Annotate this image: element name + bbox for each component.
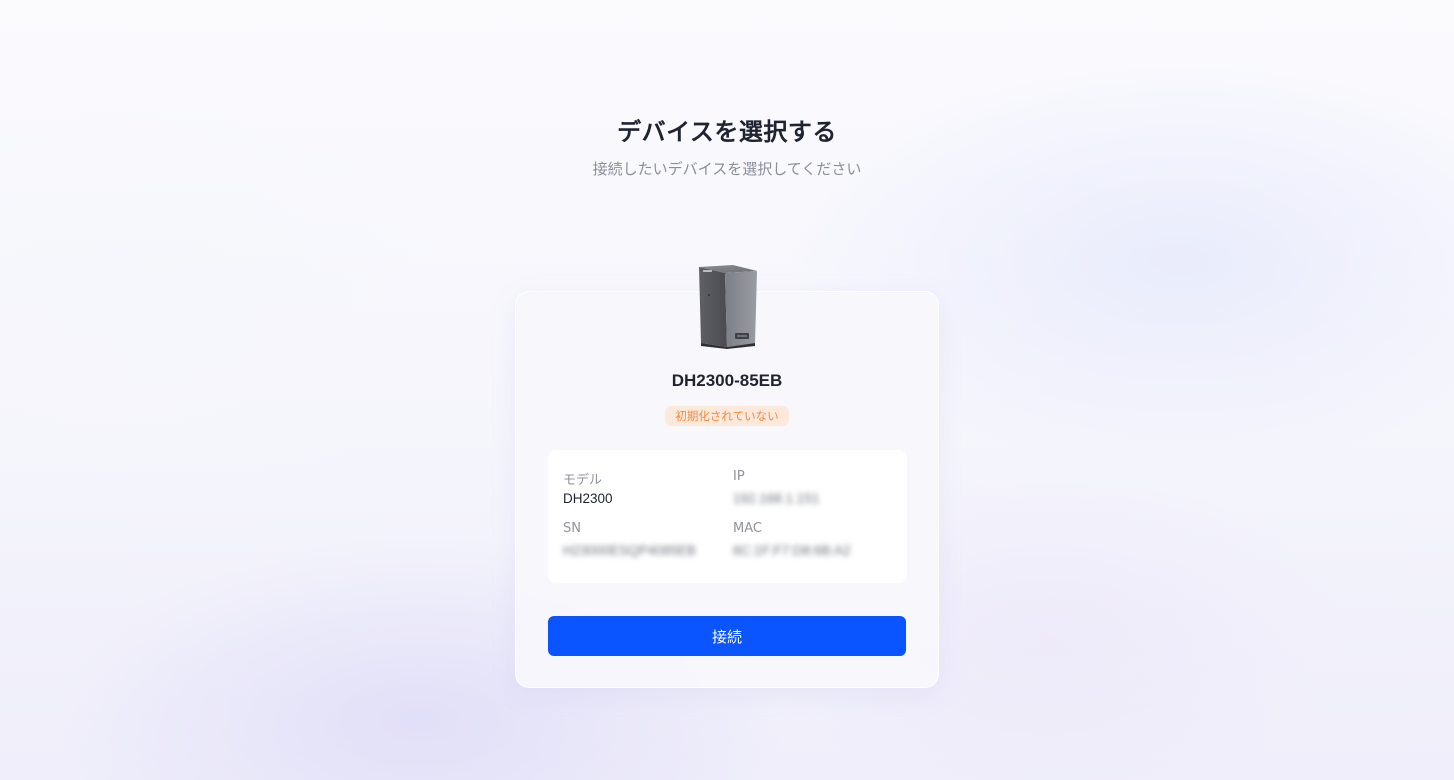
device-info-panel: モデル DH2300 IP 192.168.1.151 SN H23000ESQ… (548, 450, 907, 583)
mac-value: 6C:1F:F7:D8:6B:A2 (733, 543, 851, 558)
model-label: モデル (563, 473, 603, 488)
status-badge: 初期化されていない (665, 406, 789, 426)
sn-label: SN (563, 521, 581, 536)
model-value: DH2300 (563, 491, 613, 506)
device-name: DH2300-85EB (671, 371, 783, 390)
connect-button[interactable]: 接続 (548, 616, 906, 656)
sn-value: H23000ESQP4085EB (563, 543, 696, 558)
nas-device-icon (699, 265, 757, 349)
mac-label: MAC (733, 521, 762, 536)
page-title: デバイスを選択する (617, 118, 837, 146)
ip-label: IP (733, 469, 745, 484)
ip-value: 192.168.1.151 (733, 491, 820, 506)
page-subtitle: 接続したいデバイスを選択してください (592, 160, 862, 178)
